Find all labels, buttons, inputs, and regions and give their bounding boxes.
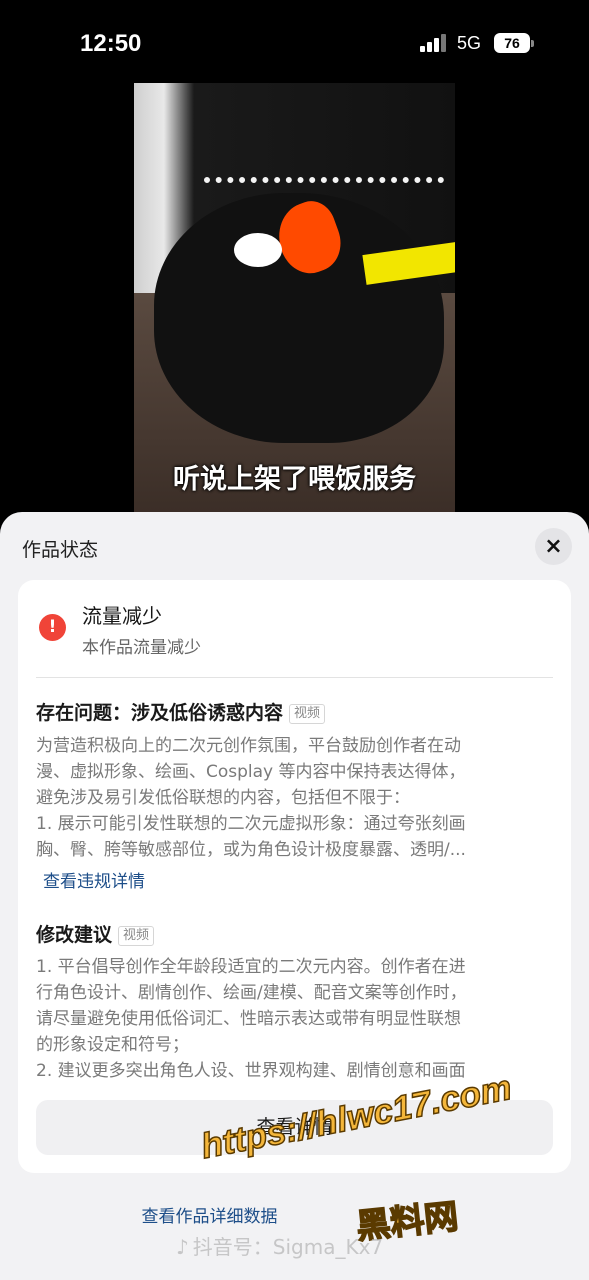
suggestion-title: 修改建议: [36, 924, 113, 946]
video-penguin-eye: [234, 233, 282, 267]
issue-section-title: 存在问题：涉及低俗诱惑内容 视频: [36, 698, 326, 725]
video-lace-decoration: [204, 113, 444, 183]
issue-title: 存在问题：涉及低俗诱惑内容: [36, 702, 284, 724]
suggestion-line: 的形象设定和符号；: [36, 1035, 189, 1055]
close-icon: ×: [544, 534, 563, 559]
view-work-data-link[interactable]: 查看作品详细数据: [0, 1202, 589, 1227]
battery-level: 76: [494, 33, 530, 53]
suggestion-section-title: 修改建议 视频: [36, 920, 155, 947]
douyin-logo-icon: ♪: [176, 1235, 189, 1259]
douyin-id-text: 抖音号：Sigma_Kx7: [192, 1235, 384, 1259]
view-work-data-label: 查看作品详细数据: [141, 1207, 278, 1227]
signal-icon: [420, 34, 446, 52]
status-title: 流量减少: [82, 604, 162, 628]
suggestion-line: 行角色设计、剧情创作、绘画/建模、配音文案等创作时，: [36, 983, 467, 1003]
watermark-douyin-id: ♪ 抖音号：Sigma_Kx7: [176, 1231, 383, 1260]
video-player[interactable]: 听说上架了喂饭服务: [134, 83, 455, 513]
battery-icon: 76: [494, 33, 534, 53]
status-subtitle: 本作品流量减少: [82, 638, 201, 658]
issue-line: 1. 展示可能引发性联想的二次元虚拟形象：通过夸张刻画: [36, 814, 466, 834]
view-violation-details-link[interactable]: 查看违规详情: [43, 867, 145, 892]
warning-icon: !: [39, 614, 66, 641]
issue-description: 为营造积极向上的二次元创作氛围，平台鼓励创作者在动 漫、虚拟形象、绘画、Cosp…: [36, 733, 556, 863]
battery-tip: [531, 40, 534, 47]
video-subtitle: 听说上架了喂饭服务: [173, 464, 416, 495]
status-bar: 12:50 5G 76: [0, 0, 589, 80]
issue-line: 避免涉及易引发低俗联想的内容，包括但不限于：: [36, 788, 410, 808]
issue-line: 为营造积极向上的二次元创作氛围，平台鼓励创作者在动: [36, 736, 461, 756]
issue-line: 漫、虚拟形象、绘画、Cosplay 等内容中保持表达得体，: [36, 762, 466, 782]
work-status-sheet: 作品状态 × ! 流量减少 本作品流量减少 存在问题：涉及低俗诱惑内容 视频 为营…: [0, 512, 589, 1280]
network-type: 5G: [457, 33, 482, 53]
issue-line: 胸、臀、胯等敏感部位，或为角色设计极度暴露、透明/...: [36, 840, 466, 860]
suggestion-line: 请尽量避免使用低俗词汇、性暗示表达或带有明显性联想: [36, 1009, 461, 1029]
suggestion-tag: 视频: [118, 926, 155, 946]
suggestion-line: 1. 平台倡导创作全年龄段适宜的二次元内容。创作者在进: [36, 957, 466, 977]
sheet-title: 作品状态: [22, 539, 99, 561]
status-time: 12:50: [80, 30, 142, 57]
close-button[interactable]: ×: [535, 528, 572, 565]
divider: [36, 677, 553, 678]
issue-tag: 视频: [289, 704, 326, 724]
suggestion-description: 1. 平台倡导创作全年龄段适宜的二次元内容。创作者在进 行角色设计、剧情创作、绘…: [36, 954, 556, 1084]
